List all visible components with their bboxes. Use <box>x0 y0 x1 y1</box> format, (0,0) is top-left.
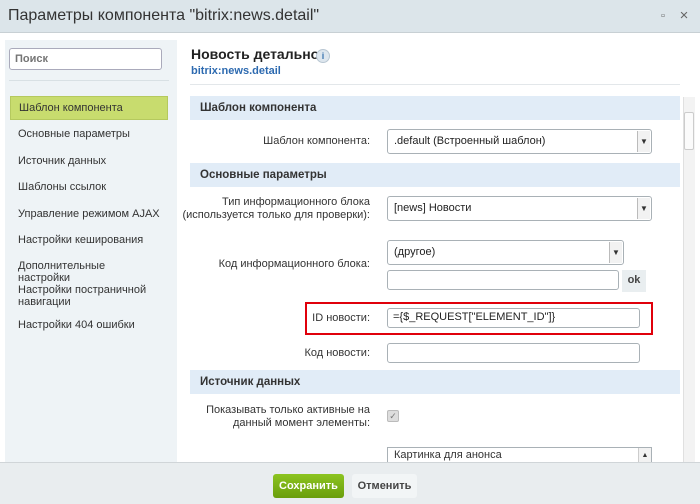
search-input[interactable] <box>9 48 162 70</box>
page-title: Новость детально <box>191 46 320 62</box>
iblock-id-value: (другое) <box>394 246 436 258</box>
label-line: (используется только для проверки): <box>182 209 371 221</box>
label-line: Тип информационного блока <box>222 196 370 208</box>
sidebar-item-404[interactable]: Настройки 404 ошибки <box>10 319 168 331</box>
sidebar-item-pagination[interactable]: Настройки постраничной навигации <box>10 284 160 308</box>
iblock-id-select[interactable]: (другое) ▼ <box>387 240 624 265</box>
fields-listbox[interactable]: Картинка для анонса ▲ <box>387 447 652 462</box>
divider <box>190 84 680 85</box>
save-button[interactable]: Сохранить <box>273 474 344 498</box>
close-icon[interactable]: × <box>677 8 691 23</box>
ok-button[interactable]: ok <box>622 270 646 292</box>
sidebar-item-additional[interactable]: Дополнительные настройки <box>10 260 168 284</box>
sidebar-item-ajax[interactable]: Управление режимом AJAX <box>10 208 168 220</box>
section-template: Шаблон компонента <box>190 96 680 120</box>
sidebar-item-links[interactable]: Шаблоны ссылок <box>10 181 168 193</box>
cancel-button[interactable]: Отменить <box>352 474 417 498</box>
template-select[interactable]: .default (Встроенный шаблон) ▼ <box>387 129 652 154</box>
info-icon[interactable]: i <box>316 49 330 63</box>
expand-icon[interactable]: ▫ <box>656 9 670 23</box>
active-only-checkbox[interactable]: ✓ <box>387 410 399 422</box>
chevron-down-icon: ▼ <box>609 242 622 263</box>
chevron-down-icon: ▼ <box>637 131 650 152</box>
template-value: .default (Встроенный шаблон) <box>394 135 546 147</box>
component-name: bitrix:news.detail <box>191 65 281 77</box>
chevron-down-icon: ▼ <box>637 198 650 219</box>
section-basic: Основные параметры <box>190 163 680 187</box>
list-option[interactable]: Картинка для анонса <box>394 449 502 461</box>
element-code-label: Код новости: <box>304 347 370 359</box>
scrollbar-thumb[interactable] <box>684 112 694 150</box>
active-only-label: Показывать только активные на данный моме… <box>206 404 370 430</box>
element-id-label: ID новости: <box>312 312 370 324</box>
element-id-input[interactable]: ={$_REQUEST["ELEMENT_ID"]} <box>387 308 640 328</box>
element-code-input[interactable] <box>387 343 640 363</box>
scrollbar[interactable] <box>683 97 695 462</box>
iblock-id-input[interactable] <box>387 270 619 290</box>
footer <box>0 462 700 504</box>
iblock-id-label: Код информационного блока: <box>218 258 370 270</box>
template-label: Шаблон компонента: <box>263 135 370 147</box>
section-source: Источник данных <box>190 370 680 394</box>
sidebar-item-basic[interactable]: Основные параметры <box>10 128 168 140</box>
sidebar-item-template[interactable]: Шаблон компонента <box>10 96 168 120</box>
dialog-title: Параметры компонента "bitrix:news.detail… <box>8 7 320 24</box>
label-line: Показывать только активные на <box>206 404 370 416</box>
label-line: данный момент элементы: <box>233 417 370 429</box>
iblock-type-select[interactable]: [news] Новости ▼ <box>387 196 652 221</box>
divider <box>9 80 169 81</box>
iblock-type-label: Тип информационного блока (используется т… <box>183 196 371 222</box>
sidebar-item-cache[interactable]: Настройки кеширования <box>10 234 168 246</box>
iblock-type-value: [news] Новости <box>394 202 472 214</box>
scroll-up-icon[interactable]: ▲ <box>638 448 651 462</box>
sidebar-item-source[interactable]: Источник данных <box>10 155 168 167</box>
